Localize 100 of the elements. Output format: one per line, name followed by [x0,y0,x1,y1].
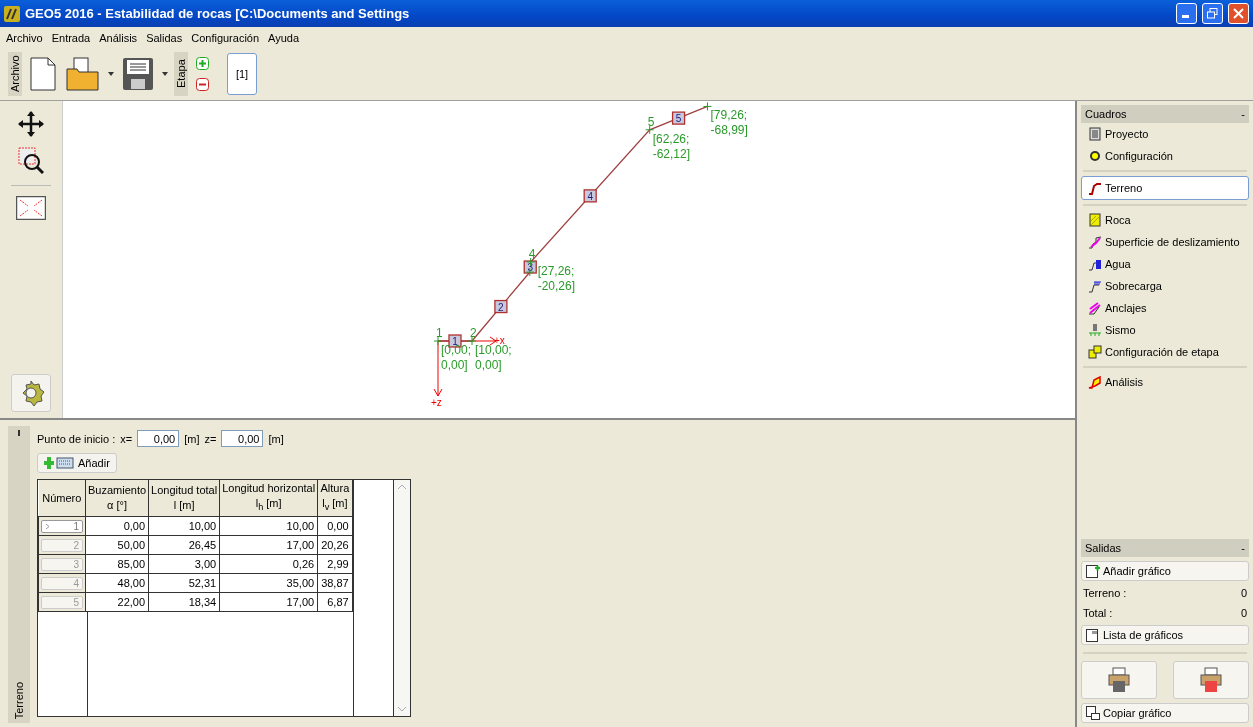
x-input[interactable]: 0,00 [137,430,180,447]
point-number: 2 [470,326,477,340]
z-axis-label: +z [431,397,442,408]
caret-icon[interactable] [162,72,168,76]
add-chart-button[interactable]: Añadir gráfico [1081,561,1249,581]
x-axis-label: +x [494,335,505,346]
add-keyboard-icon [44,456,74,470]
new-file-icon[interactable] [28,57,58,91]
restore-button[interactable] [1202,3,1223,24]
start-point-label: Punto de inicio : [37,432,116,445]
minimize-button[interactable] [1176,3,1197,24]
table-cell: 10,00 [219,516,318,536]
z-input[interactable]: 0,00 [221,430,264,447]
save-icon[interactable] [120,57,156,91]
frame-item[interactable]: Superficie de deslizamiento [1081,232,1249,252]
table-cell: 20,26 [317,535,353,555]
frame-item[interactable]: Configuración de etapa [1081,342,1249,362]
frame-item[interactable]: Agua [1081,254,1249,274]
restore-icon [1207,8,1218,19]
point-marker [645,125,655,135]
segment-marker[interactable]: 4 [583,189,597,203]
x-label: x= [120,432,133,445]
menu-item[interactable]: Archivo [6,31,43,44]
panel-header[interactable]: Cuadros - [1081,105,1249,123]
menu-item[interactable]: Entrada [51,31,91,44]
open-folder-icon[interactable] [64,57,102,91]
table-cell: 26,45 [148,535,220,555]
menu-item[interactable]: Análisis [99,31,138,44]
point-coordinates: [27,26; [537,263,575,278]
frame-item[interactable]: Roca [1081,210,1249,230]
point-marker [467,336,477,346]
settings-button[interactable] [11,374,51,412]
table-cell: 22,00 [85,592,149,612]
z-label: z= [204,432,217,445]
frame-icon [1088,181,1102,195]
frame-icon [1088,257,1102,271]
caret-icon[interactable] [108,72,114,76]
close-icon [1233,8,1244,19]
frame-item[interactable]: Análisis [1081,372,1249,392]
zoom-icon[interactable] [18,147,44,175]
toolbar-group-label: Archivo [8,52,22,96]
chart-list-button[interactable]: Lista de gráficos [1081,625,1249,645]
frame-item[interactable]: Proyecto [1081,124,1249,144]
column-header: Longitud horizontal l$_{h}$ [m] [219,480,318,517]
column-header: Buzamiento α [°] [85,480,149,517]
add-chart-icon [1086,564,1100,578]
add-button[interactable]: Añadir [37,453,117,473]
menu-item[interactable]: Salidas [146,31,183,44]
side-tab[interactable]: Terreno [13,681,25,719]
print-icon[interactable] [1081,661,1157,699]
table-cell: 3,00 [148,554,220,574]
frame-item[interactable]: Terreno [1081,176,1249,200]
move-icon[interactable] [18,111,44,137]
column-header: Altura l$_{v}$ [m] [317,480,353,517]
column-header: Longitud total l [m] [148,480,220,517]
fit-view-icon[interactable] [16,196,46,220]
table-cell: 6,87 [317,592,353,612]
table-cell: 85,00 [85,554,149,574]
frame-icon [1088,279,1102,293]
point-coordinates: [62,26; [652,131,690,146]
point-coordinates: 0,00] [441,358,468,372]
copy-chart-button[interactable]: Copiar gráfico [1081,703,1249,723]
segment-marker[interactable]: 5 [671,111,686,125]
count-value: 0 [1240,607,1247,619]
stage-tab[interactable]: [1] [227,53,257,95]
table-cell: 0,00 [85,516,149,536]
frame-item[interactable]: Anclajes [1081,298,1249,318]
menu-item[interactable]: Ayuda [268,31,300,44]
point-marker [703,101,712,111]
frame-icon [1088,213,1102,227]
frame-item[interactable]: Sobrecarga [1081,276,1249,296]
table-cell: 52,31 [148,573,220,593]
frame-icon [1088,235,1102,249]
close-button[interactable] [1228,3,1249,24]
table-cell: 17,00 [219,535,318,555]
drawing-canvas[interactable]: +x +z 1 2 3 4 5 1 [0,00; 0,00] 2 [10,00; 0,00] 4 [27,26; -20,26] 5 [62,26; -62,12] [79,26; -68,99] [63,101,1075,418]
unit-label: [m] [268,432,284,445]
frame-icon [1088,345,1102,359]
frame-item[interactable]: Configuración [1081,146,1249,166]
remove-stage-icon[interactable] [194,78,211,91]
add-stage-icon[interactable] [194,57,211,70]
count-label: Terreno : [1083,587,1127,599]
window-title: GEO5 2016 - Estabilidad de rocas [C:\Documents and Settings [25,6,411,21]
column-header: Número [38,480,86,517]
print-icon[interactable] [1173,661,1249,699]
row-header[interactable]: 1 [41,519,83,533]
app-icon [4,5,20,22]
table-cell: 17,00 [219,592,318,612]
frame-icon [1088,375,1102,389]
frame-item[interactable]: Sismo [1081,320,1249,340]
frame-icon [1088,301,1102,315]
toolbar-group-label: Etapa [174,52,188,96]
table-cell: 2,99 [317,554,353,574]
panel-header[interactable]: Salidas - [1081,539,1249,557]
frame-icon [1088,323,1102,337]
frame-icon [1088,127,1102,141]
point-number: 1 [436,326,443,340]
menu-item[interactable]: Configuración [191,31,260,44]
table-cell: 50,00 [85,535,149,555]
segment-marker[interactable]: 2 [494,299,508,314]
